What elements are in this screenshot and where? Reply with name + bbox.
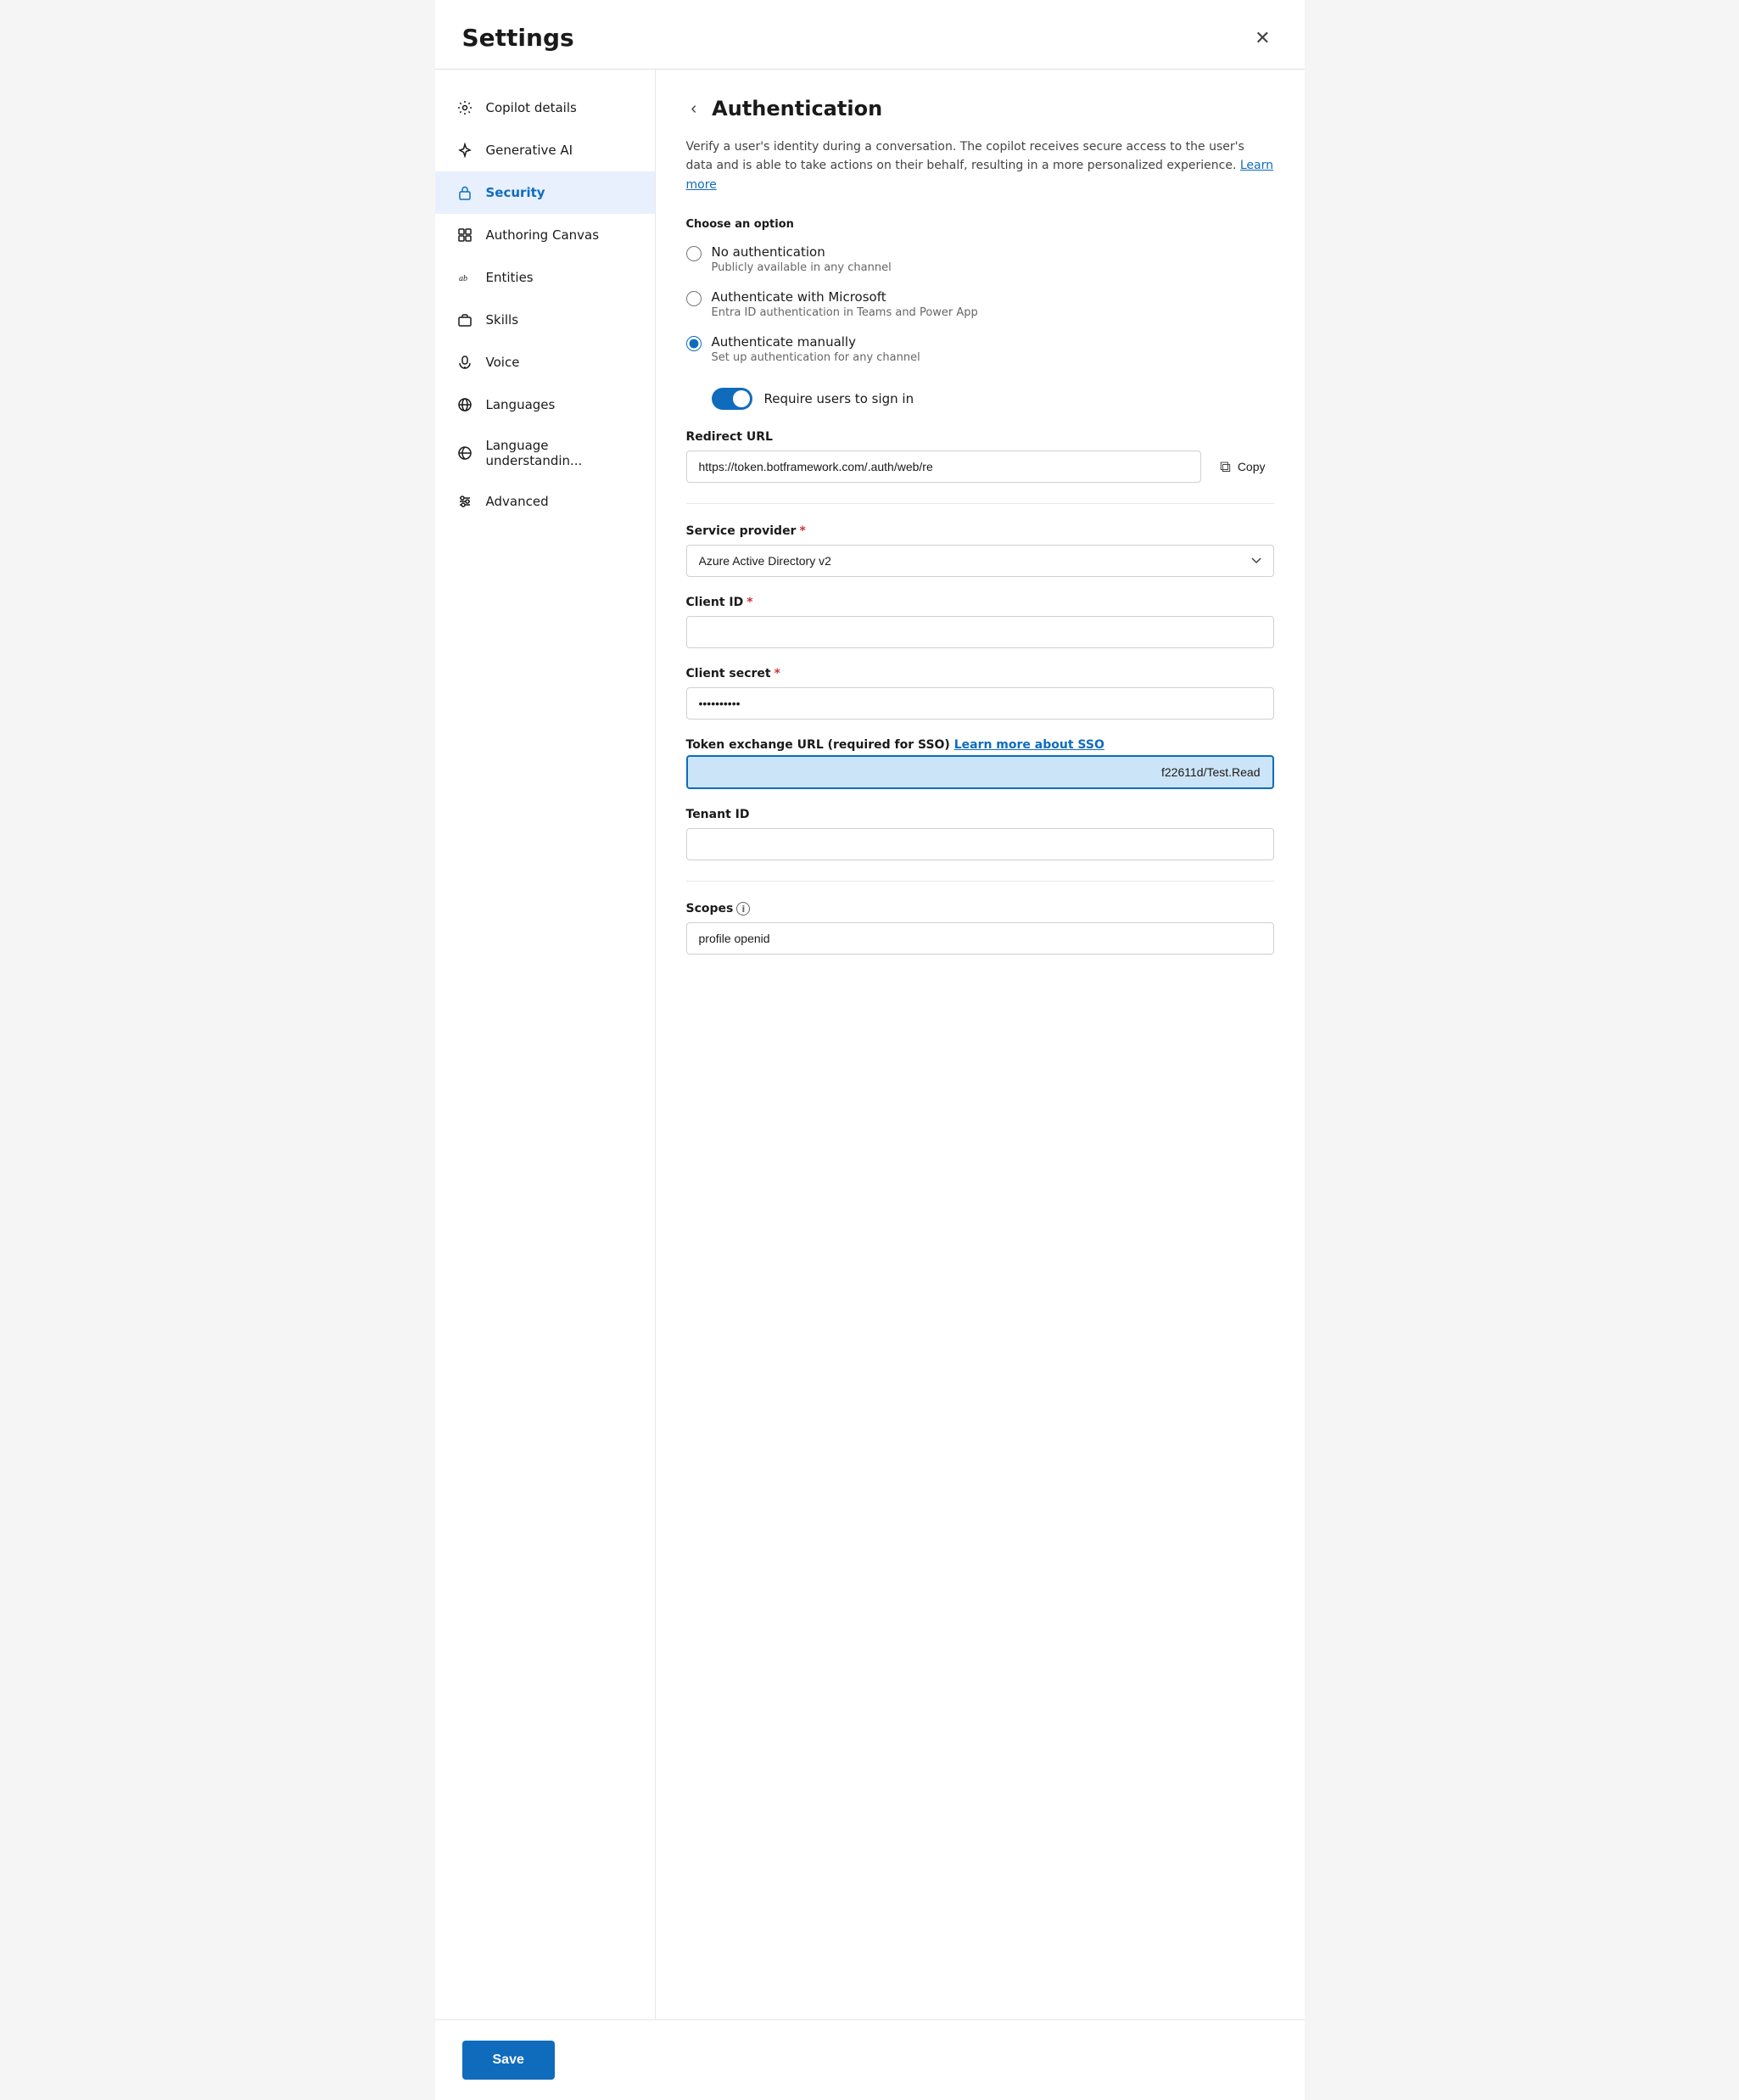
divider-2 [686, 881, 1274, 882]
client-secret-group: Client secret * [686, 667, 1274, 720]
sliders-icon [456, 492, 474, 511]
sidebar-label-voice: Voice [486, 355, 520, 370]
sso-learn-more-link[interactable]: Learn more about SSO [954, 738, 1104, 752]
sidebar-item-voice[interactable]: Voice [435, 341, 655, 384]
client-id-group: Client ID * [686, 596, 1274, 648]
content-area: Copilot details Generative AI Secur [435, 70, 1305, 2019]
gear-icon [456, 98, 474, 117]
copy-icon: ⧉ [1220, 458, 1231, 476]
sidebar-item-languages[interactable]: Languages [435, 384, 655, 426]
sidebar-label-security: Security [486, 185, 545, 200]
required-star-service: * [799, 524, 805, 538]
scopes-info-icon[interactable]: i [736, 902, 750, 916]
panel-header: ‹ Authentication [686, 97, 1274, 120]
briefcase-icon [456, 311, 474, 329]
token-exchange-url-label: Token exchange URL (required for SSO) Le… [686, 738, 1274, 752]
tenant-id-group: Tenant ID [686, 808, 1274, 860]
no-auth-label: No authentication [712, 244, 892, 260]
scopes-group: Scopes i [686, 902, 1274, 955]
sidebar-label-entities: Entities [486, 270, 534, 285]
authentication-options: No authentication Publicly available in … [686, 244, 1274, 364]
svg-text:ab: ab [459, 274, 467, 283]
divider-1 [686, 503, 1274, 504]
tenant-id-input[interactable] [686, 828, 1274, 860]
sidebar-item-generative-ai[interactable]: Generative AI [435, 129, 655, 171]
required-star-client-secret: * [774, 667, 780, 680]
sidebar-label-generative-ai: Generative AI [486, 143, 573, 158]
panel-title: Authentication [712, 97, 882, 120]
lock-icon [456, 183, 474, 202]
window-title: Settings [462, 24, 574, 52]
sidebar-label-authoring-canvas: Authoring Canvas [486, 227, 600, 243]
token-exchange-url-group: Token exchange URL (required for SSO) Le… [686, 738, 1274, 789]
footer: Save [435, 2019, 1305, 2100]
save-button[interactable]: Save [462, 2041, 555, 2080]
manual-auth-label: Authenticate manually [712, 334, 920, 350]
copy-label: Copy [1238, 460, 1266, 473]
sidebar-item-entities[interactable]: ab Entities [435, 256, 655, 299]
sidebar-item-advanced[interactable]: Advanced [435, 480, 655, 523]
back-button[interactable]: ‹ [686, 98, 702, 120]
ms-auth-option[interactable]: Authenticate with Microsoft Entra ID aut… [686, 289, 1274, 319]
globe-icon [456, 444, 474, 462]
redirect-url-row: ⧉ Copy [686, 451, 1274, 483]
client-id-input[interactable] [686, 616, 1274, 648]
main-panel: ‹ Authentication Verify a user's identit… [656, 70, 1305, 2019]
client-secret-label: Client secret * [686, 667, 1274, 680]
manual-auth-radio[interactable] [686, 336, 702, 351]
sidebar: Copilot details Generative AI Secur [435, 70, 656, 2019]
no-auth-radio[interactable] [686, 246, 702, 261]
sign-in-toggle-label: Require users to sign in [764, 391, 914, 406]
languages-icon [456, 395, 474, 414]
ab-icon: ab [456, 268, 474, 287]
sidebar-label-language-understanding: Language understandin... [486, 438, 635, 468]
service-provider-group: Service provider * Azure Active Director… [686, 524, 1274, 577]
required-star-client-id: * [746, 596, 752, 609]
panel-description: Verify a user's identity during a conver… [686, 137, 1274, 194]
redirect-url-group: Redirect URL ⧉ Copy [686, 430, 1274, 483]
no-auth-sublabel: Publicly available in any channel [712, 261, 892, 274]
grid-icon [456, 226, 474, 244]
sidebar-item-authoring-canvas[interactable]: Authoring Canvas [435, 214, 655, 256]
ms-auth-label: Authenticate with Microsoft [712, 289, 978, 305]
manual-auth-option[interactable]: Authenticate manually Set up authenticat… [686, 334, 1274, 364]
ms-auth-sublabel: Entra ID authentication in Teams and Pow… [712, 306, 978, 319]
title-bar: Settings ✕ [435, 0, 1305, 70]
sidebar-item-security[interactable]: Security [435, 171, 655, 214]
close-button[interactable]: ✕ [1248, 25, 1277, 51]
redirect-url-label: Redirect URL [686, 430, 1274, 444]
client-id-label: Client ID * [686, 596, 1274, 609]
copy-button[interactable]: ⧉ Copy [1211, 451, 1274, 483]
sign-in-toggle[interactable] [712, 388, 752, 410]
service-provider-label: Service provider * [686, 524, 1274, 538]
sidebar-label-advanced: Advanced [486, 494, 549, 509]
sidebar-label-languages: Languages [486, 397, 556, 412]
sparkle-icon [456, 141, 474, 160]
sidebar-item-language-understanding[interactable]: Language understandin... [435, 426, 655, 480]
tenant-id-label: Tenant ID [686, 808, 1274, 821]
service-provider-select[interactable]: Azure Active Directory v2 Generic OAuth … [686, 545, 1274, 577]
mic-icon [456, 353, 474, 372]
sidebar-item-skills[interactable]: Skills [435, 299, 655, 341]
sidebar-item-copilot-details[interactable]: Copilot details [435, 87, 655, 129]
redirect-url-input[interactable] [686, 451, 1201, 483]
ms-auth-radio[interactable] [686, 291, 702, 306]
choose-option-label: Choose an option [686, 218, 1274, 231]
manual-auth-sublabel: Set up authentication for any channel [712, 351, 920, 364]
toggle-thumb [733, 390, 750, 407]
client-secret-input[interactable] [686, 687, 1274, 720]
token-exchange-url-input[interactable] [686, 755, 1274, 789]
scopes-input[interactable] [686, 922, 1274, 955]
sign-in-toggle-row: Require users to sign in [712, 388, 1274, 410]
sidebar-label-copilot-details: Copilot details [486, 100, 577, 115]
settings-window: Settings ✕ Copilot details [435, 0, 1305, 2100]
no-auth-option[interactable]: No authentication Publicly available in … [686, 244, 1274, 274]
sidebar-label-skills: Skills [486, 312, 519, 328]
toggle-track [712, 388, 752, 410]
scopes-label: Scopes i [686, 902, 1274, 916]
